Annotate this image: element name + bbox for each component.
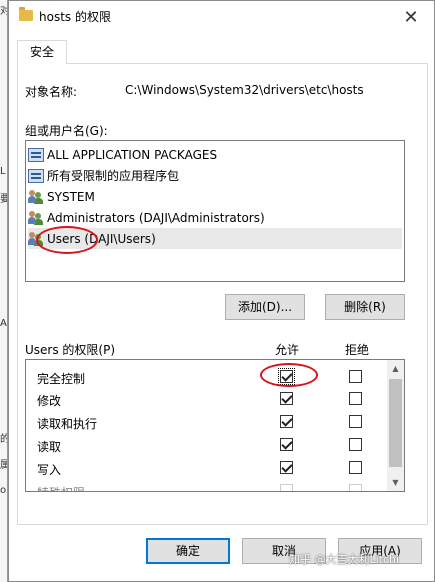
allow-checkbox[interactable]: [280, 461, 293, 474]
background-window: 对 L 要 AL 的 属 ol: [0, 0, 8, 582]
permission-row: 特殊权限: [26, 480, 388, 491]
scroll-down-icon[interactable]: ▼: [387, 474, 404, 491]
list-item-label: ALL APPLICATION PACKAGES: [47, 147, 218, 162]
permission-name: 特殊权限: [37, 484, 85, 491]
scroll-thumb[interactable]: [389, 379, 402, 467]
list-item-label: Users (DAJI\Users): [47, 231, 156, 246]
allow-checkbox[interactable]: [280, 415, 293, 428]
allow-checkbox[interactable]: [280, 484, 293, 491]
add-button[interactable]: 添加(D)...: [225, 294, 305, 320]
permission-row: 读取: [26, 434, 388, 457]
close-button[interactable]: ✕: [388, 1, 434, 33]
title-bar[interactable]: hosts 的权限 ✕: [9, 1, 434, 33]
users-icon: [28, 231, 44, 246]
permissions-label: Users 的权限(P): [25, 343, 116, 357]
folder-icon: [19, 7, 33, 21]
background-window-text: 对: [0, 2, 7, 17]
allow-checkbox[interactable]: [280, 438, 293, 451]
permissions-dialog: hosts 的权限 ✕ 安全 对象名称: C:\Windows\System32…: [8, 0, 435, 582]
deny-checkbox[interactable]: [349, 370, 362, 383]
deny-column-header: 拒绝: [345, 343, 370, 357]
background-window-text: 属: [0, 456, 7, 471]
list-item[interactable]: ALL APPLICATION PACKAGES: [28, 144, 402, 165]
object-name-label: 对象名称:: [25, 85, 78, 99]
permission-name: 读取和执行: [37, 417, 98, 431]
window-title: hosts 的权限: [39, 10, 111, 24]
permission-row: 修改: [26, 388, 388, 411]
permission-name: 读取: [37, 440, 62, 454]
tab-security[interactable]: 安全: [17, 40, 67, 64]
permissions-list[interactable]: 完全控制 修改 读取和执行 读取 写入 特殊权限: [25, 359, 405, 492]
deny-checkbox[interactable]: [349, 415, 362, 428]
package-icon: [28, 168, 44, 183]
permission-name: 完全控制: [37, 372, 86, 386]
list-item[interactable]: SYSTEM: [28, 186, 402, 207]
remove-button[interactable]: 删除(R): [325, 294, 405, 320]
object-name-value: C:\Windows\System32\drivers\etc\hosts: [125, 83, 364, 97]
group-user-list[interactable]: ALL APPLICATION PACKAGES 所有受限制的应用程序包 SYS…: [25, 140, 405, 282]
allow-column-header: 允许: [275, 343, 300, 357]
close-icon: ✕: [403, 6, 419, 28]
list-item-label: 所有受限制的应用程序包: [47, 169, 180, 183]
list-item-label: Administrators (DAJI\Administrators): [47, 210, 265, 225]
list-item-label: SYSTEM: [47, 189, 95, 204]
permissions-scrollbar[interactable]: ▲ ▼: [387, 360, 404, 491]
background-window-text: ol: [0, 485, 7, 496]
users-icon: [28, 189, 44, 204]
watermark: 知乎 @大吉大利Litchi: [289, 553, 400, 566]
permission-name: 修改: [37, 394, 62, 408]
list-item[interactable]: Administrators (DAJI\Administrators): [28, 207, 402, 228]
package-icon: [28, 147, 44, 162]
scroll-up-icon[interactable]: ▲: [387, 360, 404, 377]
ok-button[interactable]: 确定: [146, 538, 230, 564]
allow-checkbox[interactable]: [278, 368, 295, 385]
background-window-text: 要: [0, 190, 7, 205]
users-icon: [28, 210, 44, 225]
deny-checkbox[interactable]: [349, 438, 362, 451]
background-window-text: 的: [0, 430, 7, 445]
background-window-text: L: [0, 166, 6, 177]
permission-row: 完全控制: [26, 366, 388, 389]
deny-checkbox[interactable]: [349, 461, 362, 474]
permission-row: 读取和执行: [26, 411, 388, 434]
permission-row: 写入: [26, 457, 388, 480]
allow-checkbox[interactable]: [280, 392, 293, 405]
list-item[interactable]: 所有受限制的应用程序包: [28, 165, 402, 186]
deny-checkbox[interactable]: [349, 392, 362, 405]
deny-checkbox[interactable]: [349, 484, 362, 491]
permission-name: 写入: [37, 463, 62, 477]
group-or-user-label: 组或用户名(G):: [25, 124, 108, 138]
background-window-text: AL: [0, 318, 7, 329]
list-item-selected[interactable]: Users (DAJI\Users): [28, 228, 402, 249]
